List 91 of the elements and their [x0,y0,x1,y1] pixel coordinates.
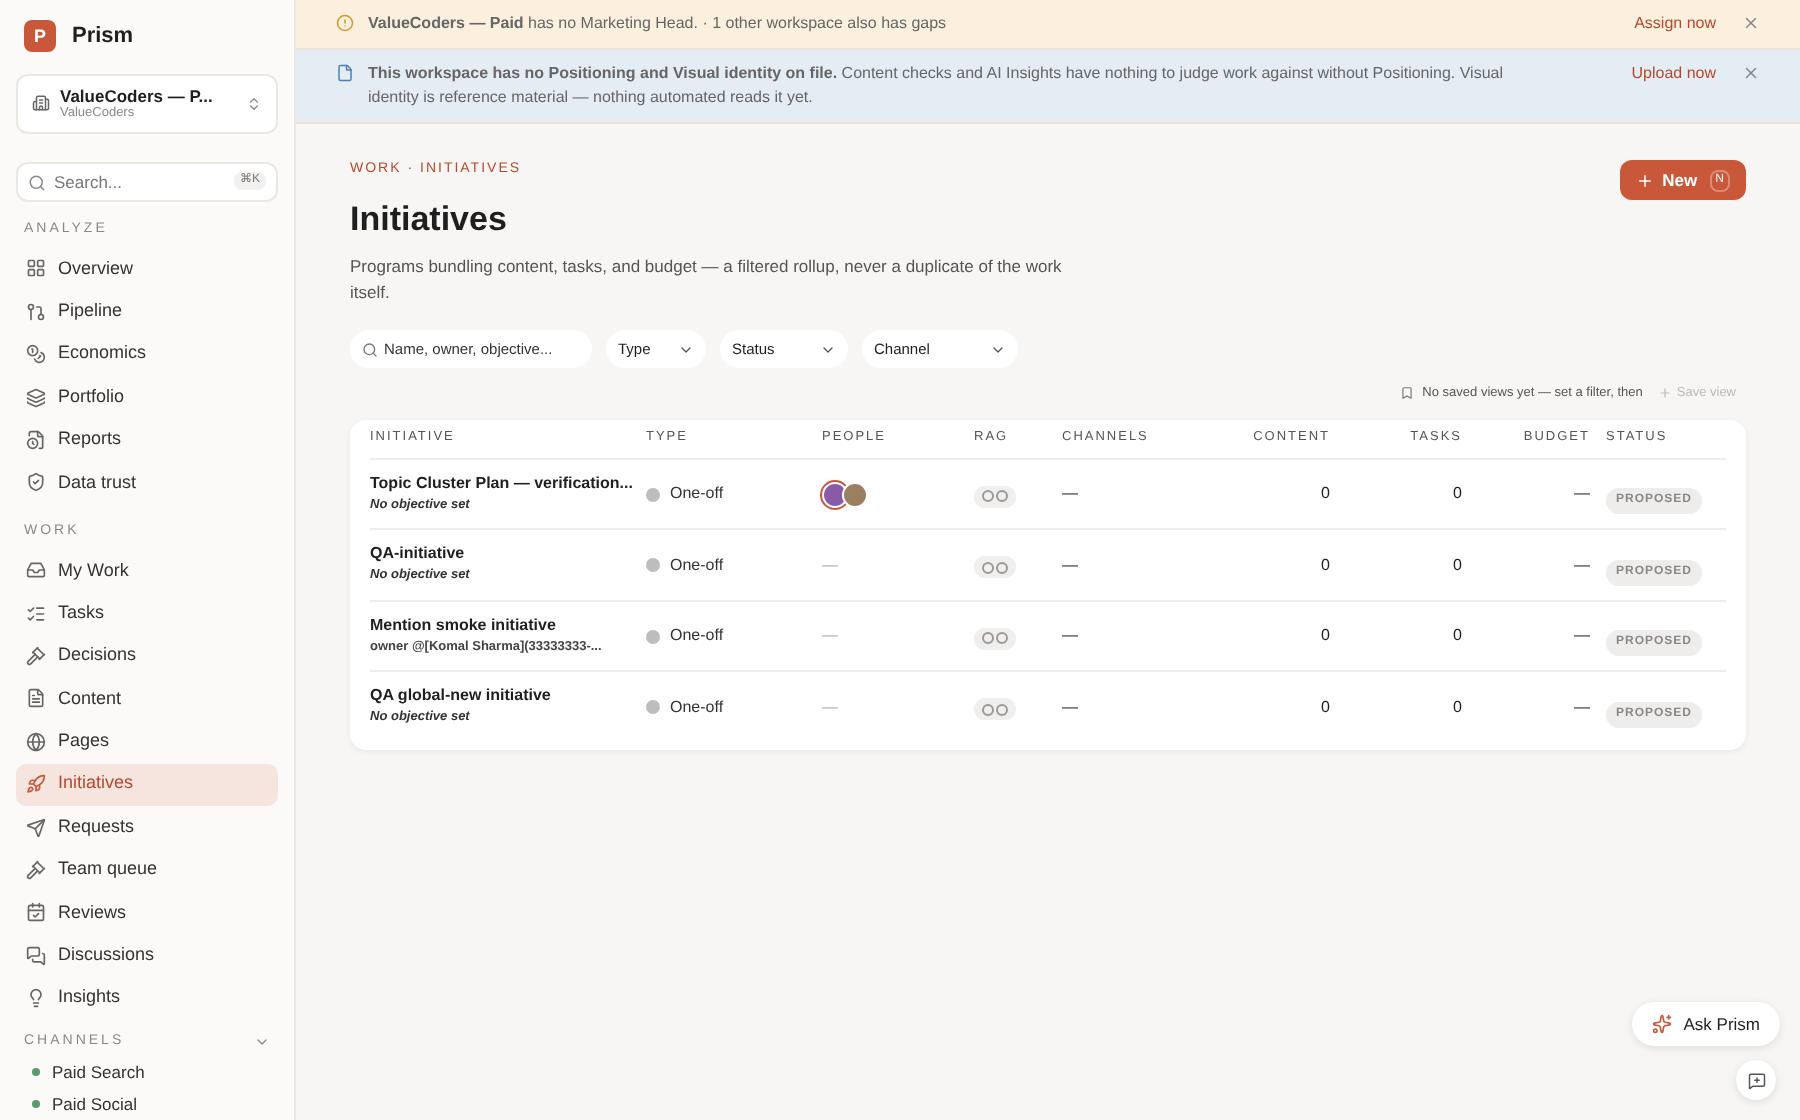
close-icon[interactable] [1742,14,1760,32]
banner-text: ValueCoders — Paid has no Marketing Head. · 1 other workspace also has gaps [368,12,949,36]
feedback-button[interactable] [1736,1060,1776,1100]
coins-icon [26,344,46,365]
search-icon [362,341,378,357]
checklist-icon [26,603,46,624]
gavel-icon [26,860,46,881]
branch-icon [26,301,46,322]
table-cell-text: — [1062,624,1080,648]
shield-icon [26,472,46,493]
table-cell-text: 0 [1319,624,1332,648]
sidebar-item[interactable]: Reports [16,418,278,462]
close-icon[interactable] [1742,64,1760,82]
people-empty: — [822,695,838,719]
page-description: Programs bundling content, tasks, and budget — a filtered rollup, never a duplicate of the work itself. [350,254,1064,304]
page-title: Initiatives [350,197,509,241]
calendar-icon [26,902,46,923]
building-icon [32,94,50,113]
app-name: Prism [72,22,134,52]
sidebar-item[interactable]: Content [16,677,278,721]
type-label: One-off [670,553,724,577]
warning-icon [336,14,354,32]
plus-icon [1658,386,1673,401]
gavel-icon [26,646,46,667]
sidebar-item[interactable]: Initiatives [16,763,278,806]
banner-action-link[interactable]: Upload now [1631,62,1716,86]
table-cell-text: 0 [1319,482,1332,506]
people-empty: — [822,624,838,648]
sidebar-item[interactable]: Team queue [16,848,278,892]
grid-icon [26,258,46,279]
document-icon [26,688,46,709]
layers-icon [26,387,46,408]
rag-indicator [974,627,1016,649]
channel-item[interactable]: Paid Search [16,1056,278,1089]
sidebar-item[interactable]: Tasks [16,591,278,635]
sidebar-item[interactable]: Discussions [16,934,278,977]
initiative-name: Topic Cluster Plan — verification... [370,473,635,494]
sidebar-item[interactable]: Economics [16,333,278,376]
channel-item[interactable]: Paid Social [16,1088,278,1120]
table-cell-text: — [1572,624,1592,648]
type-label: One-off [670,695,724,719]
sidebar-item[interactable]: Data trust [16,461,278,505]
sidebar-item[interactable]: Overview [16,247,278,291]
report-icon [26,430,46,450]
table-cell-text: — [1062,553,1080,577]
table-cell-text: 0 [1319,553,1332,577]
app-logo: P [24,20,56,53]
banner-text: This workspace has no Positioning and Visual identity on file. Content checks and AI Insights have nothing to judge work against without Positioning. Visual identity is reference material — nothing automated reads it yet. [368,62,1506,110]
sidebar-item[interactable]: Requests [16,805,278,849]
sidebar-item[interactable]: Portfolio [16,375,278,419]
rag-indicator [974,485,1016,507]
document-icon [336,64,354,82]
rocket-icon [26,774,46,795]
type-label: One-off [670,624,724,648]
table-cell-text: — [1572,553,1592,577]
plus-icon [1636,171,1655,189]
feedback-icon [1747,1071,1765,1089]
initiative-name: QA-initiative [370,544,467,565]
sidebar-item[interactable]: My Work [16,549,278,592]
sparkle-icon [1651,1014,1672,1034]
table-cell-text: — [1572,482,1592,506]
workspace-name: ValueCoders — P... [60,85,215,106]
chevron-icon [246,95,262,112]
sidebar-item[interactable]: Insights [16,977,278,1020]
sidebar-item[interactable]: Pipeline [16,290,278,334]
initiative-name: QA global-new initiative [370,686,553,707]
inbox-icon [26,560,46,581]
table-cell-text: — [1062,695,1080,719]
sidebar-item[interactable]: Decisions [16,634,278,678]
ask-prism-button[interactable]: Ask Prism [1631,1002,1780,1046]
initiative-name: Mention smoke initiative [370,615,558,636]
people-empty: — [822,553,838,577]
globe-icon [26,731,46,752]
table-cell-text: — [1062,482,1080,506]
table-cell-text: 0 [1451,624,1464,648]
type-label: One-off [670,482,724,506]
table-cell-text: 0 [1451,695,1464,719]
bookmark-icon [1400,386,1415,401]
table-cell-text: 0 [1451,553,1464,577]
sidebar-item[interactable]: Pages [16,720,278,764]
send-icon [26,817,46,838]
rag-indicator [974,556,1016,578]
table-cell-text: 0 [1319,695,1332,719]
banner-action-link[interactable]: Assign now [1634,12,1716,36]
table-cell-text: — [1572,695,1592,719]
search-icon [28,173,46,192]
lightbulb-icon [26,988,46,1009]
table-cell-text: 0 [1451,482,1464,506]
sidebar-item[interactable]: Reviews [16,891,278,935]
chat-icon [26,945,46,966]
rag-indicator [974,698,1016,720]
